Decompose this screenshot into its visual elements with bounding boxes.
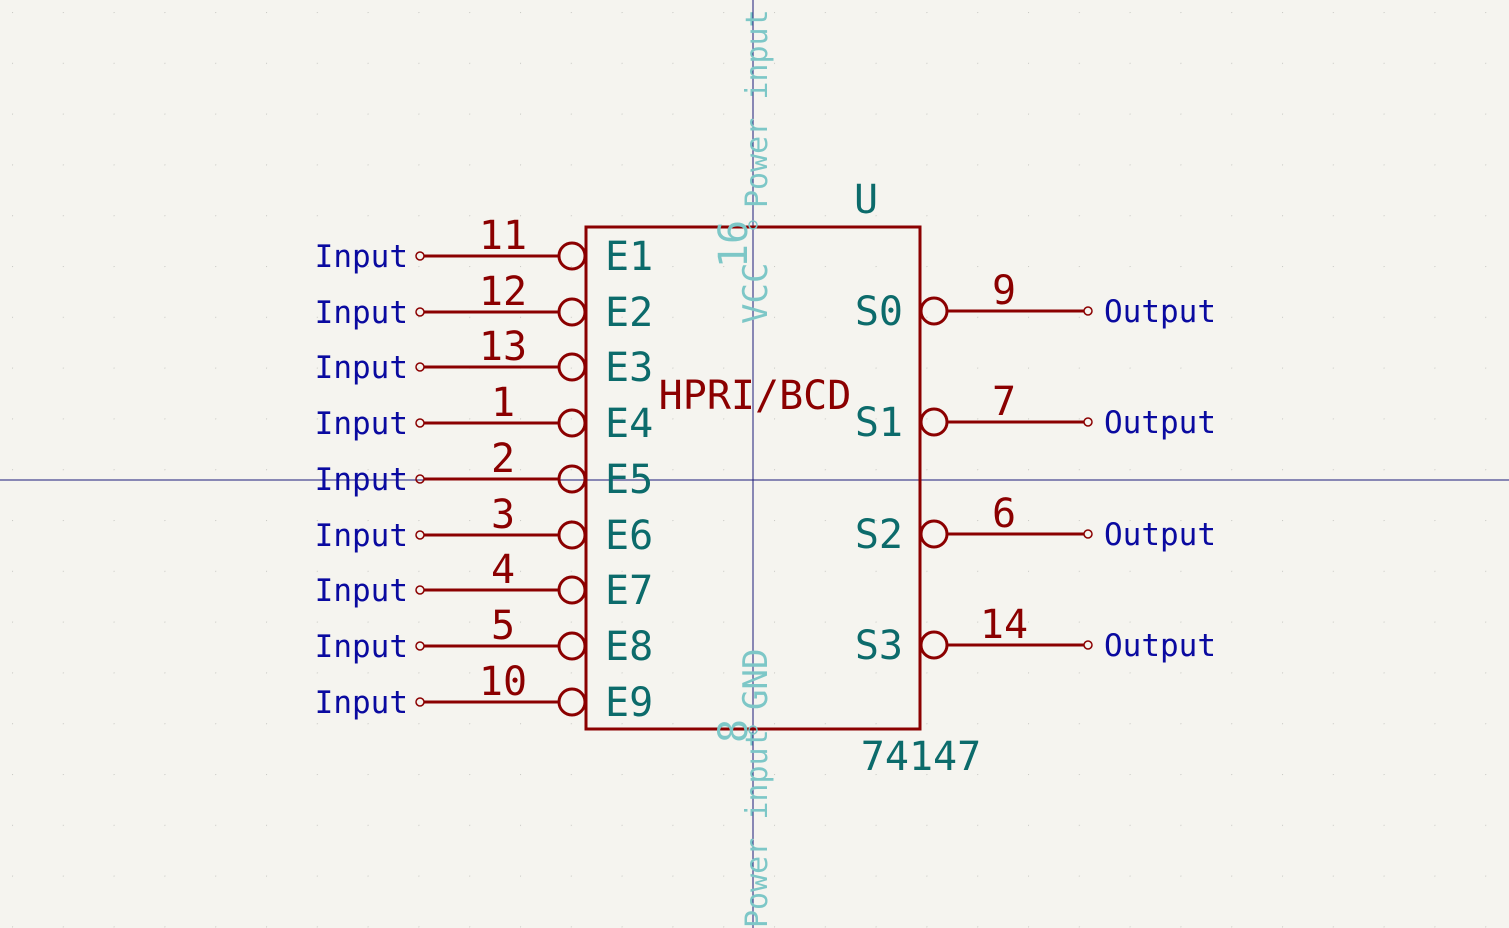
pin-number: 3 [491,492,515,538]
pin-number: 12 [479,269,527,315]
pin-type-label: Input [315,629,408,665]
pin-name: S0 [855,289,903,335]
pin-type-label: Input [315,406,408,442]
pin-type-label: Input [315,685,408,721]
pin-name: E3 [605,345,653,391]
pin-name: E7 [605,568,653,614]
pin-number: 4 [491,547,515,593]
pin-name: E9 [605,680,653,726]
schematic-canvas[interactable]: U HPRI/BCD 74147 Power input 16 VCC GND … [0,0,1509,928]
pin-number: 14 [980,602,1028,648]
pin-name: S2 [855,512,903,558]
gnd-pin-type: Power input [740,729,775,928]
pin-number: 9 [992,268,1016,314]
vcc-pin-number: 16 [711,220,757,268]
component-function-label: HPRI/BCD [659,373,852,419]
pin-name: E1 [605,234,653,280]
pin-type-label: Input [315,295,408,331]
pin-name: E5 [605,457,653,503]
pin-number: 6 [992,491,1016,537]
pin-type-label: Output [1104,517,1216,553]
pin-number: 5 [491,603,515,649]
gnd-pin-name: GND [736,649,776,710]
pin-type-label: Input [315,518,408,554]
pin-name: S3 [855,623,903,669]
pin-number: 2 [491,436,515,482]
pin-type-label: Input [315,462,408,498]
pin-name: E4 [605,401,653,447]
pin-name: S1 [855,400,903,446]
vcc-pin-name: VCC [736,263,776,324]
pin-type-label: Input [315,573,408,609]
pin-type-label: Input [315,239,408,275]
pin-type-label: Output [1104,294,1216,330]
pin-name: E6 [605,513,653,559]
component-reference[interactable]: U [854,177,878,223]
pin-number: 11 [479,213,527,259]
component-value[interactable]: 74147 [861,734,981,780]
pin-name: E8 [605,624,653,670]
pin-number: 1 [491,380,515,426]
pin-type-label: Output [1104,405,1216,441]
pin-number: 13 [479,324,527,370]
vcc-pin-type: Power input [740,9,775,208]
pin-type-label: Input [315,350,408,386]
pin-number: 10 [479,659,527,705]
pin-type-label: Output [1104,628,1216,664]
pin-number: 7 [992,379,1016,425]
pin-name: E2 [605,290,653,336]
